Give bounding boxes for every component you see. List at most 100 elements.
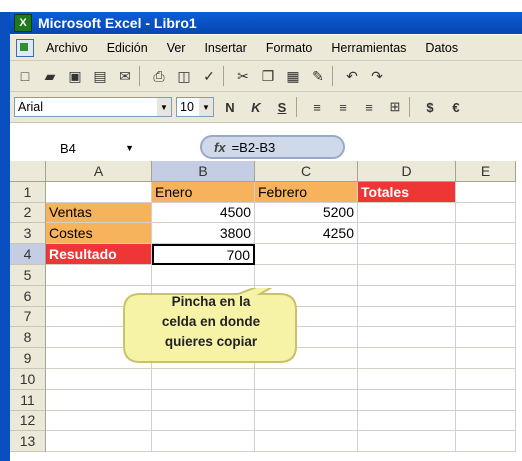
name-box[interactable]: B4 ▼ <box>10 138 140 158</box>
column-header-b[interactable]: B <box>152 161 255 182</box>
cell[interactable] <box>255 410 358 432</box>
cell[interactable] <box>358 327 456 349</box>
cell-a3[interactable]: Costes <box>46 223 152 245</box>
bold-icon[interactable]: N <box>220 97 240 117</box>
menu-ver[interactable]: Ver <box>167 41 186 55</box>
row-header[interactable]: 7 <box>10 306 46 328</box>
cell[interactable] <box>456 431 516 453</box>
underline-icon[interactable]: S <box>272 97 292 117</box>
cell-e4[interactable] <box>456 244 516 265</box>
cell-b4-active[interactable]: 700 <box>152 244 255 265</box>
cell-a1[interactable] <box>46 181 152 203</box>
cell[interactable] <box>456 348 516 369</box>
row-header[interactable]: 13 <box>10 431 46 453</box>
print-icon[interactable]: ⎙ <box>149 66 169 86</box>
cell-d4[interactable] <box>358 244 456 265</box>
cut-icon[interactable]: ✂ <box>233 66 253 86</box>
italic-icon[interactable]: K <box>246 97 266 117</box>
size-dropdown-icon[interactable]: ▼ <box>199 98 213 116</box>
merge-center-icon[interactable]: ⊞ <box>385 97 405 117</box>
cell-c2[interactable]: 5200 <box>255 202 358 224</box>
new-document-icon[interactable]: □ <box>15 66 35 86</box>
cell[interactable] <box>255 389 358 411</box>
permission-icon[interactable]: ▤ <box>90 66 110 86</box>
cell[interactable] <box>456 306 516 328</box>
row-header[interactable]: 8 <box>10 327 46 349</box>
print-preview-icon[interactable]: ◫ <box>174 66 194 86</box>
row-header[interactable]: 6 <box>10 285 46 307</box>
cell[interactable] <box>358 285 456 307</box>
cell-b3[interactable]: 3800 <box>152 223 255 245</box>
cell[interactable] <box>358 348 456 369</box>
menu-datos[interactable]: Datos <box>425 41 458 55</box>
spelling-icon[interactable]: ✓ <box>199 66 219 86</box>
column-header-d[interactable]: D <box>358 161 456 182</box>
euro-icon[interactable]: € <box>446 97 466 117</box>
size-combo[interactable]: 10 ▼ <box>176 97 214 117</box>
font-combo[interactable]: Arial ▼ <box>14 97 172 117</box>
cell[interactable] <box>152 389 255 411</box>
cell[interactable] <box>152 431 255 453</box>
cell-a2[interactable]: Ventas <box>46 202 152 224</box>
cell[interactable] <box>152 410 255 432</box>
cell[interactable] <box>456 285 516 307</box>
cell[interactable] <box>358 410 456 432</box>
cell[interactable] <box>46 431 152 453</box>
cell-d3[interactable] <box>358 223 456 245</box>
email-icon[interactable]: ✉ <box>115 66 135 86</box>
column-header-c[interactable]: C <box>255 161 358 182</box>
cell-c1[interactable]: Febrero <box>255 181 358 203</box>
cell[interactable] <box>152 264 255 286</box>
open-folder-icon[interactable]: ▰ <box>40 66 60 86</box>
row-header[interactable]: 4 <box>10 244 46 265</box>
cell[interactable] <box>46 410 152 432</box>
save-icon[interactable]: ▣ <box>65 66 85 86</box>
cell[interactable] <box>255 264 358 286</box>
row-header[interactable]: 2 <box>10 202 46 224</box>
select-all-corner[interactable] <box>10 161 46 182</box>
align-right-icon[interactable]: ≡ <box>359 97 379 117</box>
undo-icon[interactable]: ↶ <box>342 66 362 86</box>
row-header[interactable]: 12 <box>10 410 46 432</box>
row-header[interactable]: 5 <box>10 264 46 286</box>
menu-archivo[interactable]: Archivo <box>46 41 88 55</box>
name-box-dropdown-icon[interactable]: ▼ <box>125 143 134 153</box>
menu-formato[interactable]: Formato <box>266 41 313 55</box>
format-painter-icon[interactable]: ✎ <box>308 66 328 86</box>
cell[interactable] <box>358 264 456 286</box>
cell[interactable] <box>358 368 456 390</box>
paste-icon[interactable]: ▦ <box>283 66 303 86</box>
cell-c3[interactable]: 4250 <box>255 223 358 245</box>
cell[interactable] <box>46 264 152 286</box>
cell[interactable] <box>358 431 456 453</box>
fx-icon[interactable]: fx <box>214 140 226 155</box>
formula-text[interactable]: =B2-B3 <box>232 140 276 155</box>
copy-icon[interactable]: ❐ <box>258 66 278 86</box>
row-header[interactable]: 9 <box>10 348 46 369</box>
menu-herramientas[interactable]: Herramientas <box>331 41 406 55</box>
cell[interactable] <box>456 264 516 286</box>
column-header-a[interactable]: A <box>46 161 152 182</box>
cell[interactable] <box>456 368 516 390</box>
cell[interactable] <box>456 327 516 349</box>
cell[interactable] <box>255 431 358 453</box>
cell-a4[interactable]: Resultado <box>46 244 152 265</box>
cell-d1[interactable]: Totales <box>358 181 456 203</box>
row-header[interactable]: 11 <box>10 389 46 411</box>
align-center-icon[interactable]: ≡ <box>333 97 353 117</box>
menu-insertar[interactable]: Insertar <box>204 41 246 55</box>
cell-e3[interactable] <box>456 223 516 245</box>
row-header[interactable]: 3 <box>10 223 46 245</box>
redo-icon[interactable]: ↷ <box>367 66 387 86</box>
row-header[interactable]: 10 <box>10 368 46 390</box>
cell[interactable] <box>358 389 456 411</box>
cell-b2[interactable]: 4500 <box>152 202 255 224</box>
cell-d2[interactable] <box>358 202 456 224</box>
cell-e2[interactable] <box>456 202 516 224</box>
font-dropdown-icon[interactable]: ▼ <box>157 98 171 116</box>
align-left-icon[interactable]: ≡ <box>307 97 327 117</box>
cell[interactable] <box>46 389 152 411</box>
document-icon[interactable] <box>16 38 34 57</box>
formula-highlight[interactable]: fx =B2-B3 <box>200 135 345 159</box>
cell[interactable] <box>456 410 516 432</box>
